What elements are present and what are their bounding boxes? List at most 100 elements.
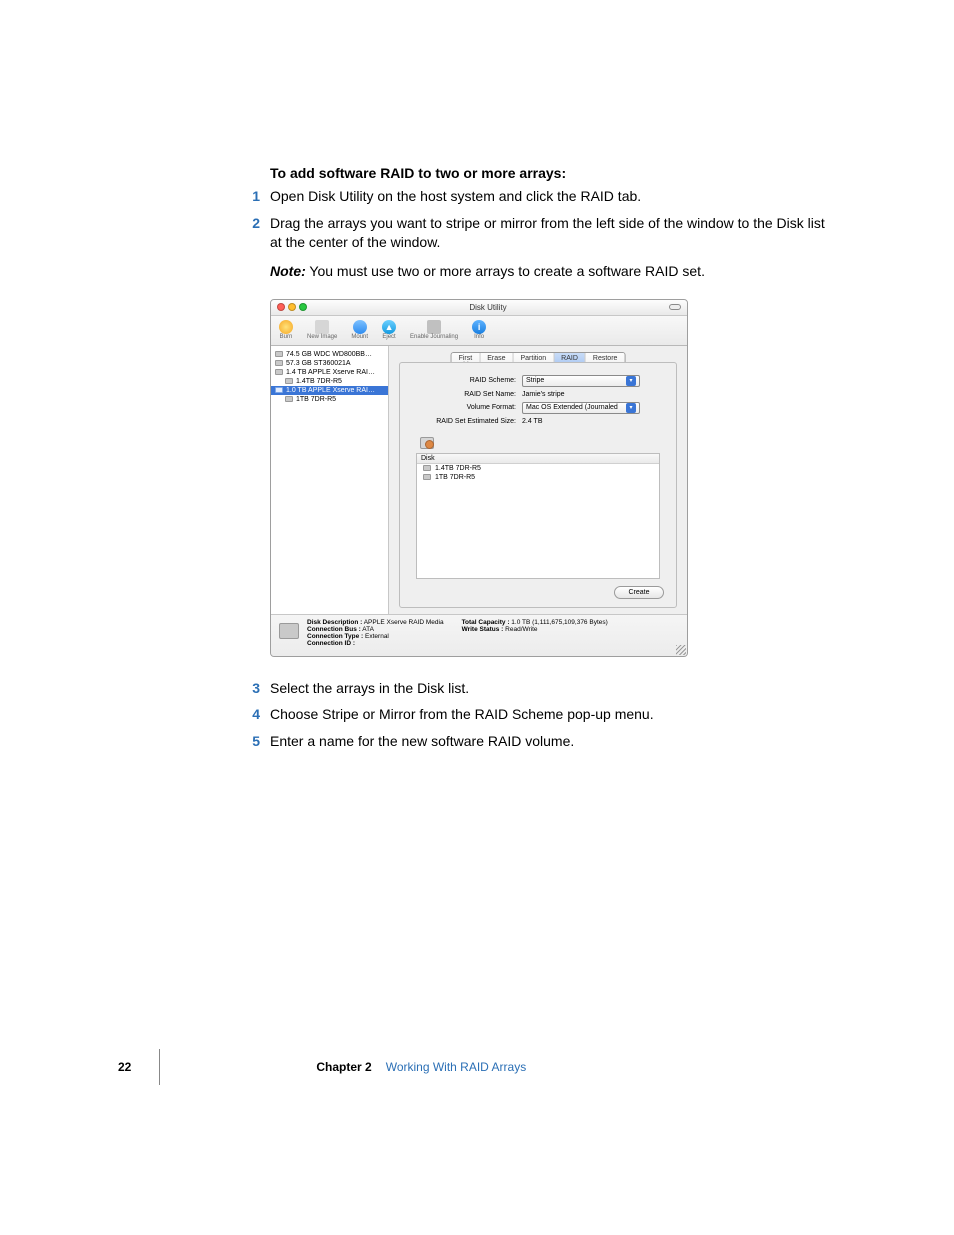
disk-icon (275, 387, 283, 393)
size-label: RAID Set Estimated Size: (416, 418, 522, 425)
raid-set-name-input[interactable]: Jamie's stripe (522, 391, 660, 398)
toolbar-label: Info (474, 334, 484, 340)
window-controls (277, 303, 307, 311)
disk-icon (275, 369, 283, 375)
disk-list-header: Disk (417, 454, 659, 464)
chevron-down-icon: ▾ (626, 376, 636, 386)
journal-icon (427, 320, 441, 334)
volume-icon (285, 396, 293, 402)
info-footer: Disk Description : APPLE Xserve RAID Med… (271, 614, 687, 656)
select-value: Mac OS Extended (Journaled (526, 404, 618, 411)
ws-label: Write Status : (462, 626, 504, 633)
step-number: 5 (248, 732, 260, 751)
step-number: 4 (248, 705, 260, 724)
scheme-label: RAID Scheme: (416, 377, 522, 384)
enable-journaling-button[interactable]: Enable Journaling (410, 320, 458, 340)
window-title: Disk Utility (307, 303, 669, 312)
sidebar-label: 74.5 GB WDC WD800BB… (286, 351, 372, 358)
chapter-label: Chapter 2 (316, 1060, 371, 1074)
volume-icon (423, 465, 431, 471)
page-footer: 22 Chapter 2 Working With RAID Arrays (118, 1049, 526, 1085)
toolbar: Burn New Image Mount ▲Eject Enable Journ… (271, 316, 687, 346)
eject-icon: ▲ (382, 320, 396, 334)
sidebar-disk[interactable]: 57.3 GB ST360021A (271, 359, 388, 368)
titlebar: Disk Utility (271, 300, 687, 316)
close-icon[interactable] (277, 303, 285, 311)
step-text: Open Disk Utility on the host system and… (270, 187, 830, 206)
chapter-title: Working With RAID Arrays (386, 1060, 526, 1074)
note-label: Note: (270, 263, 306, 279)
resize-handle-icon[interactable] (676, 645, 686, 655)
step-text: Drag the arrays you want to stripe or mi… (270, 214, 830, 252)
name-label: RAID Set Name: (416, 391, 522, 398)
sidebar-volume[interactable]: 1TB 7DR-R5 (271, 395, 388, 404)
raid-scheme-select[interactable]: Stripe ▾ (522, 375, 640, 387)
zoom-icon[interactable] (299, 303, 307, 311)
step-number: 2 (248, 214, 260, 252)
cap-label: Total Capacity : (462, 619, 510, 626)
sidebar-label: 1.4TB 7DR-R5 (296, 378, 342, 385)
chevron-down-icon: ▾ (626, 403, 636, 413)
toolbar-label: Eject (382, 334, 395, 340)
sidebar-label: 1.4 TB APPLE Xserve RAI… (286, 369, 375, 376)
sidebar-label: 57.3 GB ST360021A (286, 360, 351, 367)
new-image-icon (315, 320, 329, 334)
step-number: 1 (248, 187, 260, 206)
sidebar-disk-selected[interactable]: 1.0 TB APPLE Xserve RAI… (271, 386, 388, 395)
toolbar-label: New Image (307, 334, 337, 340)
step-text: Choose Stripe or Mirror from the RAID Sc… (270, 705, 830, 724)
toolbar-label: Mount (351, 334, 368, 340)
bus-value: ATA (362, 626, 374, 633)
section-heading: To add software RAID to two or more arra… (270, 165, 830, 181)
note: Note: You must use two or more arrays to… (270, 262, 830, 281)
step-2: 2 Drag the arrays you want to stripe or … (270, 214, 830, 252)
desc-value: APPLE Xserve RAID Media (364, 619, 444, 626)
new-image-button[interactable]: New Image (307, 320, 337, 340)
disk-icon (279, 623, 299, 639)
volume-icon (285, 378, 293, 384)
disk-icon (275, 360, 283, 366)
minimize-icon[interactable] (288, 303, 296, 311)
type-label: Connection Type : (307, 633, 363, 640)
burn-button[interactable]: Burn (279, 320, 293, 340)
toolbar-label: Enable Journaling (410, 334, 458, 340)
step-5: 5 Enter a name for the new software RAID… (270, 732, 830, 751)
disk-sidebar[interactable]: 74.5 GB WDC WD800BB… 57.3 GB ST360021A 1… (271, 346, 389, 616)
eject-button[interactable]: ▲Eject (382, 320, 396, 340)
disk-list-row[interactable]: 1TB 7DR-R5 (417, 473, 659, 482)
raid-panel: RAID Scheme: Stripe ▾ RAID Set Name: Jami… (399, 362, 677, 608)
volume-icon (423, 474, 431, 480)
raid-form: RAID Scheme: Stripe ▾ RAID Set Name: Jami… (416, 375, 660, 429)
info-icon: i (472, 320, 486, 334)
type-value: External (365, 633, 389, 640)
info-button[interactable]: iInfo (472, 320, 486, 340)
sidebar-volume[interactable]: 1.4TB 7DR-R5 (271, 377, 388, 386)
disk-row-label: 1TB 7DR-R5 (435, 474, 475, 481)
select-value: Stripe (526, 377, 544, 384)
format-label: Volume Format: (416, 404, 522, 411)
disk-row-label: 1.4TB 7DR-R5 (435, 465, 481, 472)
new-volume-icon[interactable] (420, 437, 434, 449)
create-button[interactable]: Create (614, 586, 664, 599)
sidebar-label: 1TB 7DR-R5 (296, 396, 336, 403)
id-label: Connection ID : (307, 640, 355, 647)
toolbar-label: Burn (280, 334, 293, 340)
note-text: You must use two or more arrays to creat… (306, 263, 705, 279)
disk-list[interactable]: Disk 1.4TB 7DR-R5 1TB 7DR-R5 (416, 453, 660, 579)
step-text: Select the arrays in the Disk list. (270, 679, 830, 698)
estimated-size-value: 2.4 TB (522, 418, 660, 425)
mount-button[interactable]: Mount (351, 320, 368, 340)
toolbar-toggle-icon[interactable] (669, 304, 681, 310)
step-number: 3 (248, 679, 260, 698)
step-1: 1 Open Disk Utility on the host system a… (270, 187, 830, 206)
disk-list-row[interactable]: 1.4TB 7DR-R5 (417, 464, 659, 473)
volume-format-select[interactable]: Mac OS Extended (Journaled ▾ (522, 402, 640, 414)
cap-value: 1.0 TB (1,111,675,109,376 Bytes) (511, 619, 607, 626)
burn-icon (279, 320, 293, 334)
step-text: Enter a name for the new software RAID v… (270, 732, 830, 751)
footer-separator (159, 1049, 160, 1085)
bus-label: Connection Bus : (307, 626, 361, 633)
sidebar-disk[interactable]: 1.4 TB APPLE Xserve RAI… (271, 368, 388, 377)
sidebar-disk[interactable]: 74.5 GB WDC WD800BB… (271, 350, 388, 359)
step-3: 3 Select the arrays in the Disk list. (270, 679, 830, 698)
